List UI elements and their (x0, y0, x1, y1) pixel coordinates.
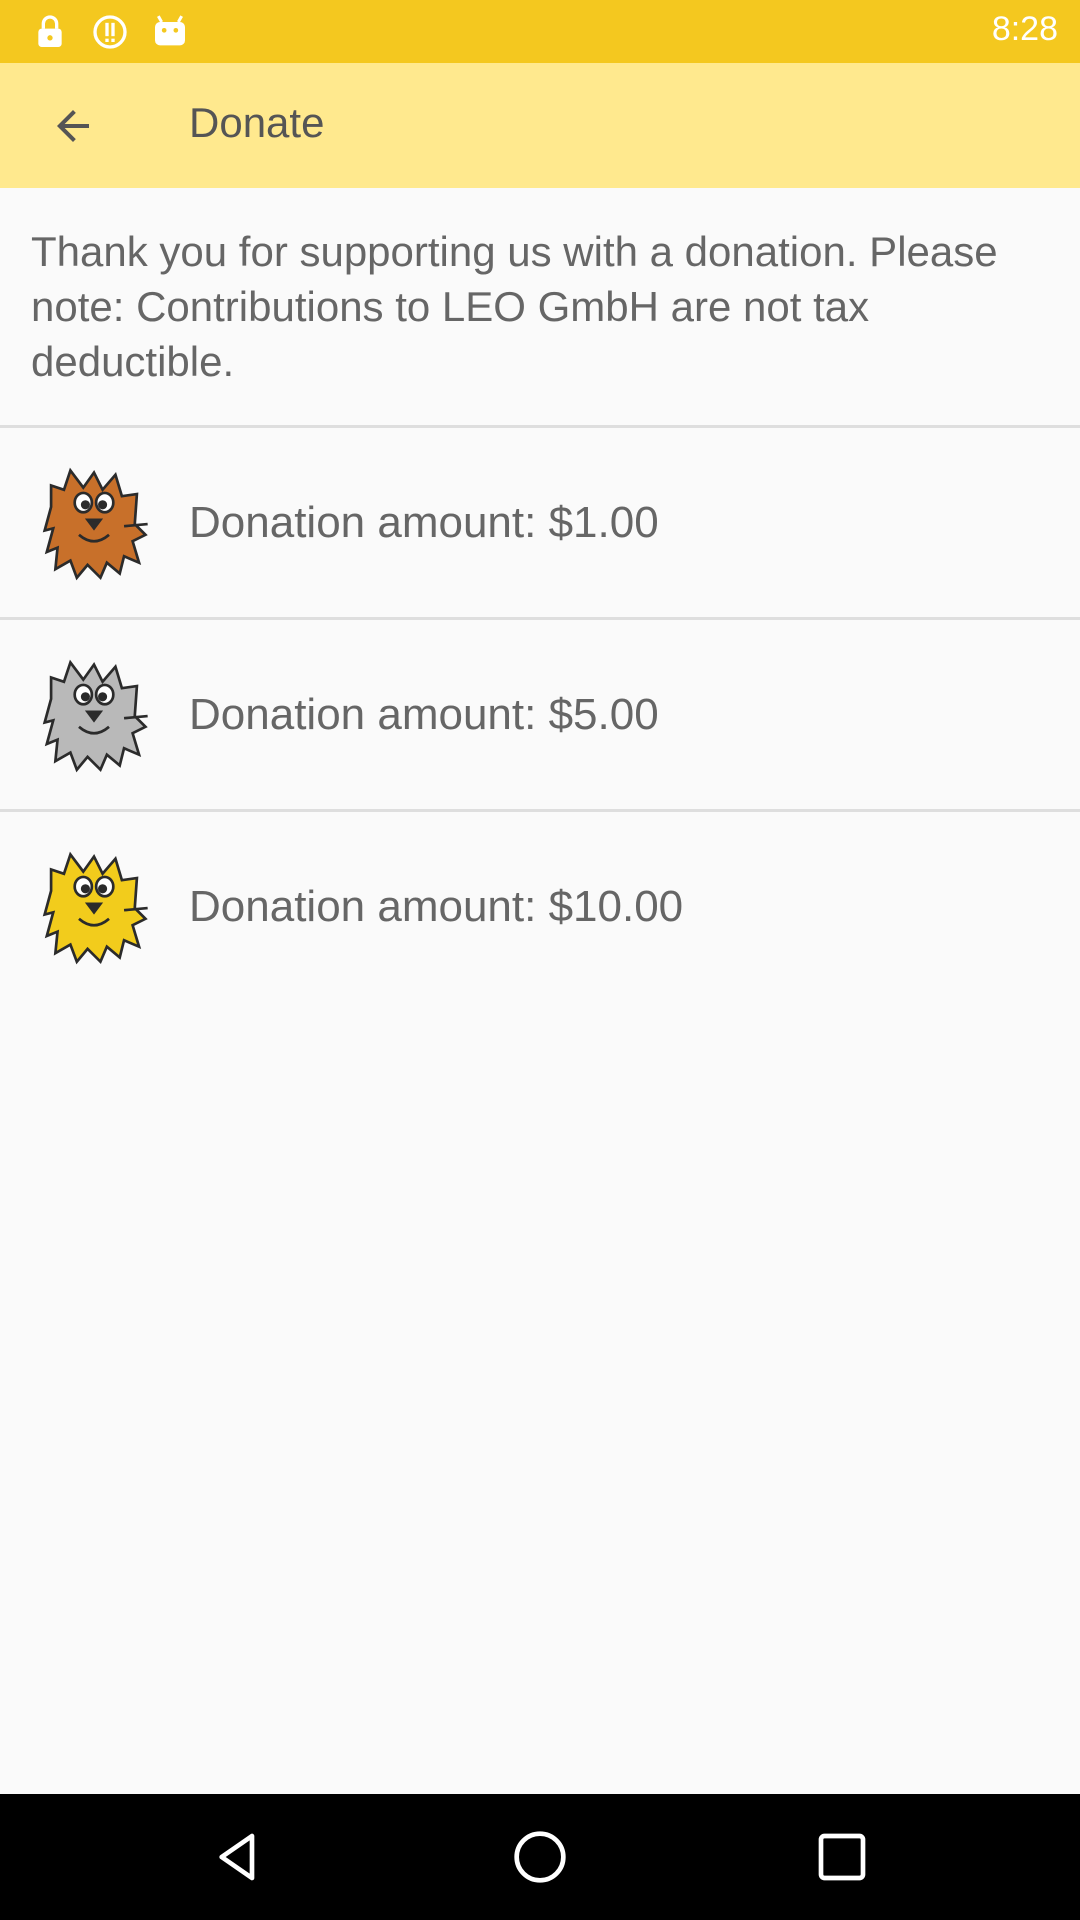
arrow-back-icon (57, 110, 89, 142)
leo-silver-icon (42, 659, 148, 773)
leo-gold-icon (42, 851, 148, 965)
leo-bronze-icon (42, 467, 148, 581)
alert-icon (93, 15, 127, 49)
donation-label: Donation amount: $5.00 (189, 690, 659, 739)
lock-icon (38, 15, 62, 47)
back-button[interactable] (36, 89, 110, 163)
app-bar: Donate (0, 63, 1080, 188)
back-triangle-icon (219, 1833, 255, 1881)
home-circle-icon (514, 1831, 566, 1883)
android-icon (155, 15, 185, 46)
intro-text: Thank you for supporting us with a donat… (31, 228, 998, 385)
donation-row-2[interactable]: Donation amount: $5.00 (0, 620, 1080, 809)
page-title: Donate (189, 99, 325, 146)
status-time: 8:28 (991, 10, 1058, 48)
nav-recents-button[interactable] (806, 1821, 878, 1893)
recents-square-icon (818, 1833, 866, 1881)
donation-label: Donation amount: $10.00 (189, 882, 684, 931)
status-bar: 8:28 (0, 0, 1080, 63)
nav-back-button[interactable] (202, 1821, 274, 1893)
nav-home-button[interactable] (504, 1821, 576, 1893)
navigation-bar (0, 1794, 1080, 1920)
donation-label: Donation amount: $1.00 (189, 498, 659, 547)
donation-row-1[interactable]: Donation amount: $1.00 (0, 428, 1080, 617)
donation-row-3[interactable]: Donation amount: $10.00 (0, 812, 1080, 1001)
